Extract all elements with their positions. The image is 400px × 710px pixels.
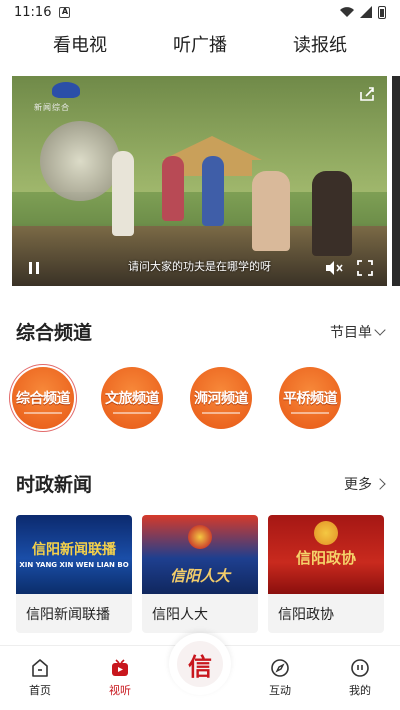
channel-label: 浉河频道: [194, 391, 249, 407]
video-scene-figure: [112, 151, 134, 236]
battery-icon: [378, 5, 386, 19]
top-tabs: 看电视 听广播 读报纸: [0, 24, 400, 64]
nav-label: 互动: [269, 684, 291, 697]
video-scene-person: [252, 171, 290, 251]
news-more-label: 更多: [344, 476, 372, 493]
nav-label: 我的: [349, 684, 371, 697]
news-card-caption: 信阳新闻联播: [26, 606, 110, 623]
news-title: 时政新闻: [16, 474, 93, 496]
channel-list: 综合频道 文旅频道 浉河频道 平桥频道: [0, 367, 400, 433]
nav-item-home[interactable]: 首页: [10, 658, 70, 698]
news-thumbnail: 信阳人大: [142, 515, 258, 594]
nav-item-profile[interactable]: 我的: [330, 658, 390, 698]
pause-icon[interactable]: [26, 260, 42, 276]
chevron-right-icon: [374, 477, 386, 490]
compass-icon: [271, 659, 289, 677]
nav-item-media[interactable]: 视听: [90, 658, 150, 698]
nav-item-interact[interactable]: 互动: [250, 658, 310, 698]
news-card-caption: 信阳政协: [278, 606, 334, 623]
tab-tv[interactable]: 看电视: [53, 31, 107, 57]
news-more-link[interactable]: 更多: [344, 474, 386, 494]
news-card-caption: 信阳人大: [152, 606, 208, 623]
channel-decoration: [113, 412, 151, 414]
next-video-preview[interactable]: [392, 76, 400, 286]
status-time: 11:16: [14, 4, 52, 20]
fullscreen-icon[interactable]: [357, 260, 373, 276]
channel-label: 文旅频道: [105, 391, 160, 407]
schedule-link-label: 节目单: [330, 324, 372, 341]
mute-icon[interactable]: [325, 260, 343, 276]
thumbnail-title: 信阳新闻联播: [32, 542, 116, 558]
video-player[interactable]: 新闻综合 请问大家的功夫是在哪学的呀: [12, 76, 387, 286]
user-icon: [351, 659, 369, 677]
nav-label: 首页: [29, 684, 51, 697]
channel-item-shihe[interactable]: 浉河频道: [190, 367, 252, 429]
thumbnail-subtitle: XIN YANG XIN WEN LIAN BO: [19, 561, 129, 569]
home-icon: [32, 659, 48, 677]
news-thumbnail: 信阳政协: [268, 515, 384, 594]
video-scene-person: [312, 171, 352, 256]
channel-item-culture-tourism[interactable]: 文旅频道: [101, 367, 163, 429]
channel-decoration: [291, 412, 329, 414]
video-scene-reflector: [40, 121, 120, 201]
center-logo-button[interactable]: 信: [169, 633, 231, 695]
thumbnail-title: 信阳人大: [169, 567, 230, 585]
thumbnail-title: 信阳政协: [295, 549, 356, 567]
channel-decoration: [24, 412, 62, 414]
news-card-xinyang-cppcc[interactable]: 信阳政协 信阳政协: [268, 515, 384, 633]
tv-icon: [112, 659, 128, 676]
notification-a-icon: A: [59, 6, 71, 18]
channel-item-pingqiao[interactable]: 平桥频道: [279, 367, 341, 429]
schedule-link[interactable]: 节目单: [330, 322, 386, 342]
video-scene-figure: [202, 156, 224, 226]
news-header: 时政新闻 更多: [16, 470, 386, 497]
national-emblem-icon: [188, 525, 212, 549]
news-card-xinyang-congress[interactable]: 信阳人大 信阳人大: [142, 515, 258, 633]
news-card-list: 信阳新闻联播 XIN YANG XIN WEN LIAN BO 信阳新闻联播 信…: [16, 515, 384, 635]
tab-newspaper[interactable]: 读报纸: [293, 31, 347, 57]
bottom-nav: 首页 视听 信 互动 我的: [0, 633, 400, 710]
signal-icon: [360, 6, 372, 18]
status-indicators: [340, 5, 386, 19]
share-icon[interactable]: [359, 86, 375, 102]
news-card-xinyang-news[interactable]: 信阳新闻联播 XIN YANG XIN WEN LIAN BO 信阳新闻联播: [16, 515, 132, 633]
video-scene-figure: [162, 156, 184, 221]
chevron-down-icon: [374, 323, 386, 336]
channel-label: 综合频道: [16, 391, 71, 407]
channel-logo-icon: [52, 82, 80, 98]
channels-header: 综合频道 节目单: [16, 318, 386, 345]
news-thumbnail: 信阳新闻联播 XIN YANG XIN WEN LIAN BO: [16, 515, 132, 594]
channels-title: 综合频道: [16, 322, 93, 344]
channel-label: 平桥频道: [283, 391, 338, 407]
xin-logo-icon: 信: [177, 641, 223, 687]
channel-item-general[interactable]: 综合频道: [12, 367, 74, 429]
tab-radio[interactable]: 听广播: [173, 31, 227, 57]
status-bar: 11:16 A: [0, 0, 400, 24]
video-channel-logo: 新闻综合: [34, 103, 70, 112]
wifi-icon: [340, 7, 354, 17]
nav-label: 视听: [109, 684, 131, 697]
channel-decoration: [202, 412, 240, 414]
cppcc-emblem-icon: [314, 521, 338, 545]
